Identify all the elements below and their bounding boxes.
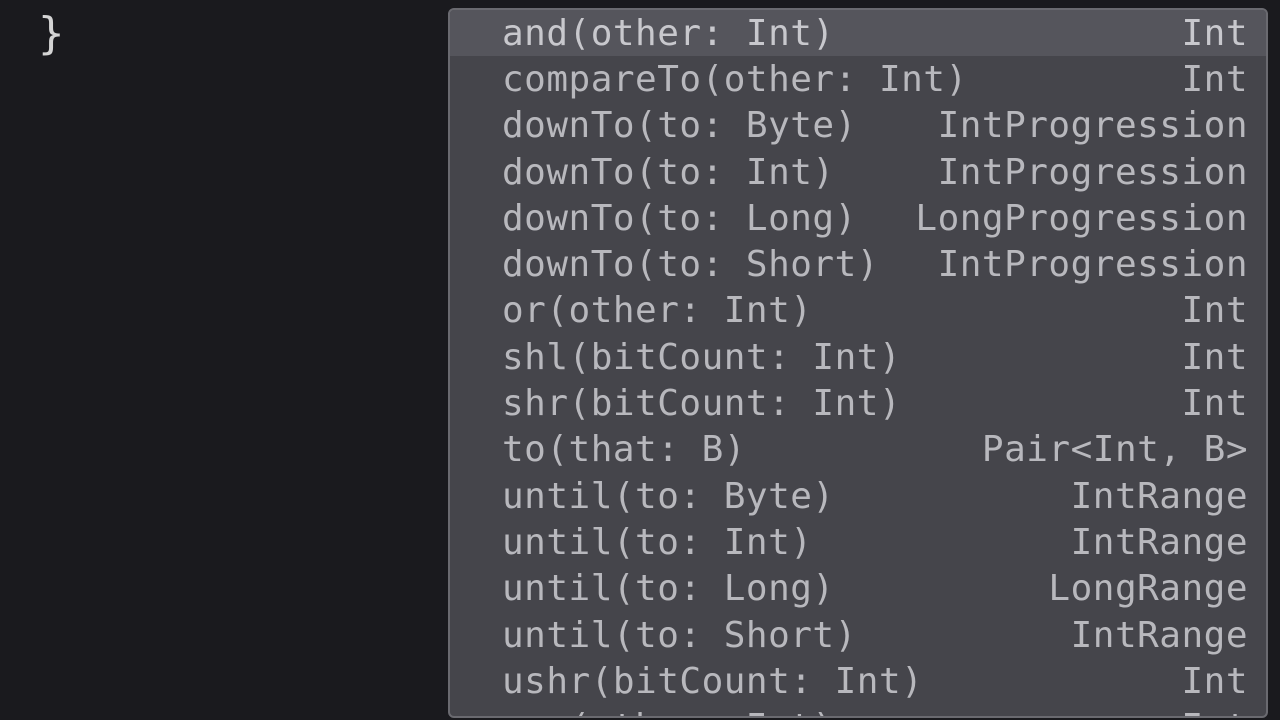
- completion-signature: and(other: Int): [502, 13, 835, 54]
- completion-item[interactable]: downTo(to: Short) IntProgression: [450, 241, 1266, 287]
- completion-item[interactable]: until(to: Byte) IntRange: [450, 473, 1266, 519]
- completion-return-type: Int: [1181, 383, 1248, 424]
- completion-item[interactable]: xor(other: Int) Int: [450, 704, 1266, 718]
- completion-return-type: Int: [1181, 707, 1248, 718]
- completion-item[interactable]: and(other: Int) Int: [450, 10, 1266, 56]
- completion-return-type: Int: [1181, 337, 1248, 378]
- completion-return-type: IntProgression: [938, 244, 1248, 285]
- completion-return-type: IntRange: [1071, 476, 1248, 517]
- code-snippet: }: [38, 8, 65, 59]
- completion-return-type: Int: [1181, 290, 1248, 331]
- completion-signature: to(that: B): [502, 429, 746, 470]
- completion-signature: downTo(to: Long): [502, 198, 857, 239]
- completion-item[interactable]: until(to: Int) IntRange: [450, 519, 1266, 565]
- completion-item[interactable]: ushr(bitCount: Int) Int: [450, 658, 1266, 704]
- completion-return-type: Int: [1181, 13, 1248, 54]
- completion-signature: xor(other: Int): [502, 707, 835, 718]
- completion-signature: until(to: Short): [502, 615, 857, 656]
- completion-signature: or(other: Int): [502, 290, 812, 331]
- completion-item[interactable]: shr(bitCount: Int) Int: [450, 380, 1266, 426]
- completion-item[interactable]: compareTo(other: Int) Int: [450, 56, 1266, 102]
- completion-return-type: IntRange: [1071, 615, 1248, 656]
- completion-signature: downTo(to: Byte): [502, 105, 857, 146]
- completion-return-type: IntProgression: [938, 105, 1248, 146]
- completion-return-type: LongProgression: [915, 198, 1248, 239]
- completion-item[interactable]: until(to: Short) IntRange: [450, 612, 1266, 658]
- completion-return-type: Pair<Int, B>: [982, 429, 1248, 470]
- completion-return-type: Int: [1181, 661, 1248, 702]
- completion-signature: shl(bitCount: Int): [502, 337, 901, 378]
- completion-signature: downTo(to: Short): [502, 244, 879, 285]
- completion-item[interactable]: to(that: B) Pair<Int, B>: [450, 427, 1266, 473]
- editor-pane[interactable]: } and(other: Int)IntcompareTo(other: Int…: [0, 0, 1280, 720]
- completion-item[interactable]: downTo(to: Byte) IntProgression: [450, 103, 1266, 149]
- code-completion-popup: and(other: Int) Int compareTo(other: Int) I…: [448, 8, 1268, 718]
- completion-return-type: IntRange: [1071, 522, 1248, 563]
- completion-item[interactable]: shl(bitCount: Int) Int: [450, 334, 1266, 380]
- completion-signature: until(to: Long): [502, 568, 835, 609]
- completion-signature: shr(bitCount: Int): [502, 383, 901, 424]
- completion-item[interactable]: downTo(to: Long) LongProgression: [450, 195, 1266, 241]
- completion-item[interactable]: until(to: Long) LongRange: [450, 566, 1266, 612]
- completion-return-type: IntProgression: [938, 152, 1248, 193]
- completion-signature: ushr(bitCount: Int): [502, 661, 923, 702]
- completion-return-type: LongRange: [1048, 568, 1248, 609]
- completion-return-type: Int: [1181, 59, 1248, 100]
- completion-signature: downTo(to: Int): [502, 152, 835, 193]
- completion-item[interactable]: downTo(to: Int) IntProgression: [450, 149, 1266, 195]
- completion-signature: compareTo(other: Int): [502, 59, 968, 100]
- completion-signature: until(to: Int): [502, 522, 812, 563]
- completion-list: and(other: Int) Int compareTo(other: Int) I…: [450, 10, 1266, 718]
- completion-item[interactable]: or(other: Int) Int: [450, 288, 1266, 334]
- completion-signature: until(to: Byte): [502, 476, 835, 517]
